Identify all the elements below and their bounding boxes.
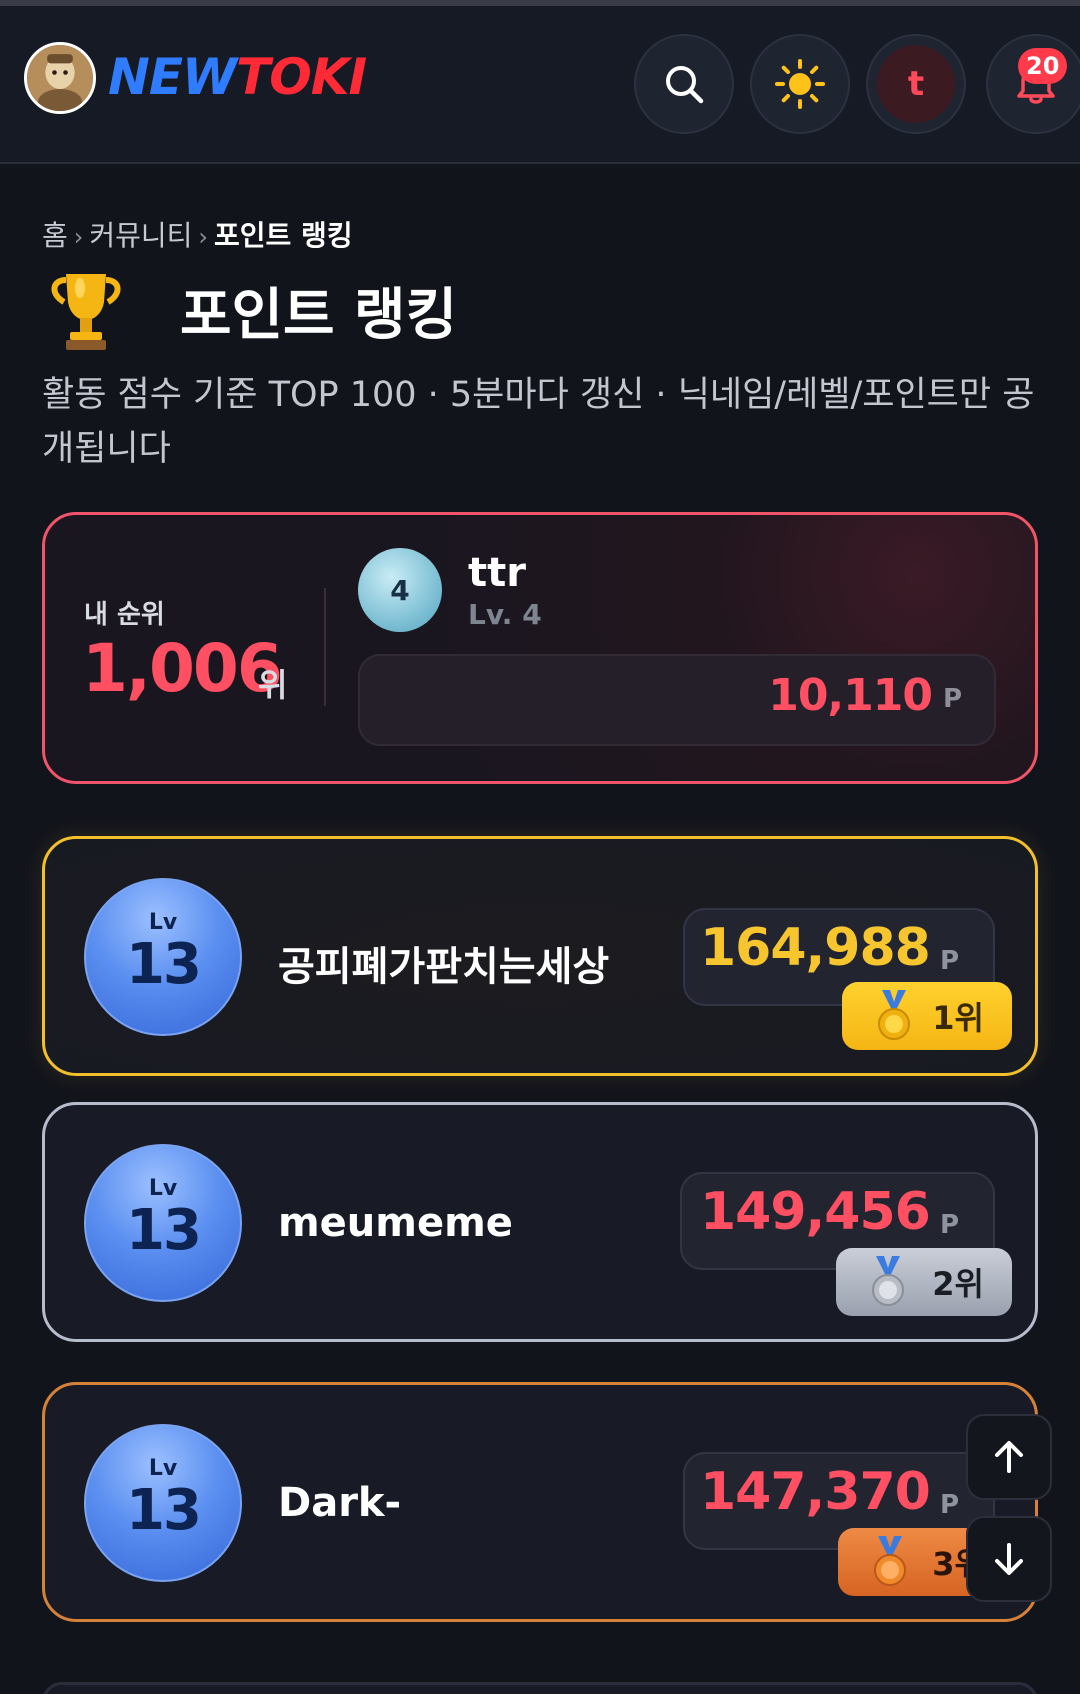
notification-count-badge: 20 bbox=[1018, 48, 1068, 84]
my-points-unit: P bbox=[943, 684, 963, 714]
page-description: 활동 점수 기준 TOP 100 · 5분마다 갱신 · 닉네임/레벨/포인트만… bbox=[42, 375, 1035, 469]
my-nickname: ttr bbox=[468, 550, 526, 596]
level-badge: Lv 13 bbox=[84, 1424, 242, 1582]
rank-badge: 2위 bbox=[836, 1248, 1012, 1316]
breadcrumb-current: 포인트 랭킹 bbox=[214, 219, 353, 252]
my-rank-value: 1,006 bbox=[82, 630, 283, 707]
level-number: 13 bbox=[126, 932, 202, 997]
arrow-up-icon bbox=[995, 1441, 1023, 1473]
level-number: 13 bbox=[126, 1478, 202, 1543]
user-menu-button[interactable]: t bbox=[866, 34, 966, 134]
points-unit: P bbox=[940, 946, 960, 976]
ranking-nickname: 공피폐가판치는세상 bbox=[278, 944, 610, 990]
search-button[interactable] bbox=[634, 34, 734, 134]
scroll-bottom-button[interactable] bbox=[966, 1516, 1052, 1602]
points-unit: P bbox=[940, 1210, 960, 1240]
points-unit: P bbox=[940, 1490, 960, 1520]
breadcrumb-separator: › bbox=[198, 223, 209, 251]
my-rank-label: 내 순위 bbox=[84, 600, 165, 630]
breadcrumb-separator: › bbox=[73, 223, 84, 251]
my-rank-divider bbox=[324, 588, 326, 706]
points-value: 149,456 bbox=[700, 1182, 931, 1242]
scroll-top-button[interactable] bbox=[966, 1414, 1052, 1500]
mascot-icon bbox=[27, 45, 93, 111]
site-logo-avatar[interactable] bbox=[24, 42, 96, 114]
gold-medal-icon bbox=[878, 990, 910, 1040]
logo-toki: TOKI bbox=[236, 48, 367, 106]
points-value: 164,988 bbox=[700, 918, 931, 978]
rank-label: 2위 bbox=[932, 1265, 984, 1303]
my-rank-unit: 위 bbox=[258, 666, 288, 704]
level-number: 13 bbox=[126, 1198, 202, 1263]
rank-label: 1위 bbox=[932, 999, 984, 1037]
ranking-nickname: Dark- bbox=[278, 1480, 402, 1526]
breadcrumb-home[interactable]: 홈 bbox=[42, 219, 68, 252]
level-badge: Lv 13 bbox=[84, 878, 242, 1036]
my-level-text: Lv. 4 bbox=[468, 598, 542, 631]
logo-new: NEW bbox=[108, 48, 237, 106]
sun-icon bbox=[775, 59, 825, 109]
rank-badge: 1위 bbox=[842, 982, 1012, 1050]
page-title: 포인트 랭킹 bbox=[180, 283, 458, 348]
my-points-value: 10,110 bbox=[768, 670, 933, 721]
search-icon bbox=[666, 66, 704, 104]
level-badge: Lv 13 bbox=[84, 1144, 242, 1302]
points-value: 147,370 bbox=[700, 1462, 931, 1522]
ranking-row-partial bbox=[42, 1682, 1038, 1694]
site-logo-text[interactable]: NEWTOKI bbox=[108, 48, 367, 106]
arrow-down-icon bbox=[995, 1543, 1023, 1575]
breadcrumb: 홈 › 커뮤니티 › 포인트 랭킹 bbox=[42, 214, 353, 254]
ranking-nickname: meumeme bbox=[278, 1200, 513, 1246]
silver-medal-icon bbox=[872, 1256, 904, 1306]
my-level-badge: 4 bbox=[358, 548, 442, 632]
breadcrumb-community[interactable]: 커뮤니티 bbox=[89, 219, 192, 252]
user-avatar: t bbox=[877, 45, 955, 123]
bronze-medal-icon bbox=[874, 1536, 906, 1586]
theme-toggle-button[interactable] bbox=[750, 34, 850, 134]
trophy-icon bbox=[51, 274, 121, 350]
